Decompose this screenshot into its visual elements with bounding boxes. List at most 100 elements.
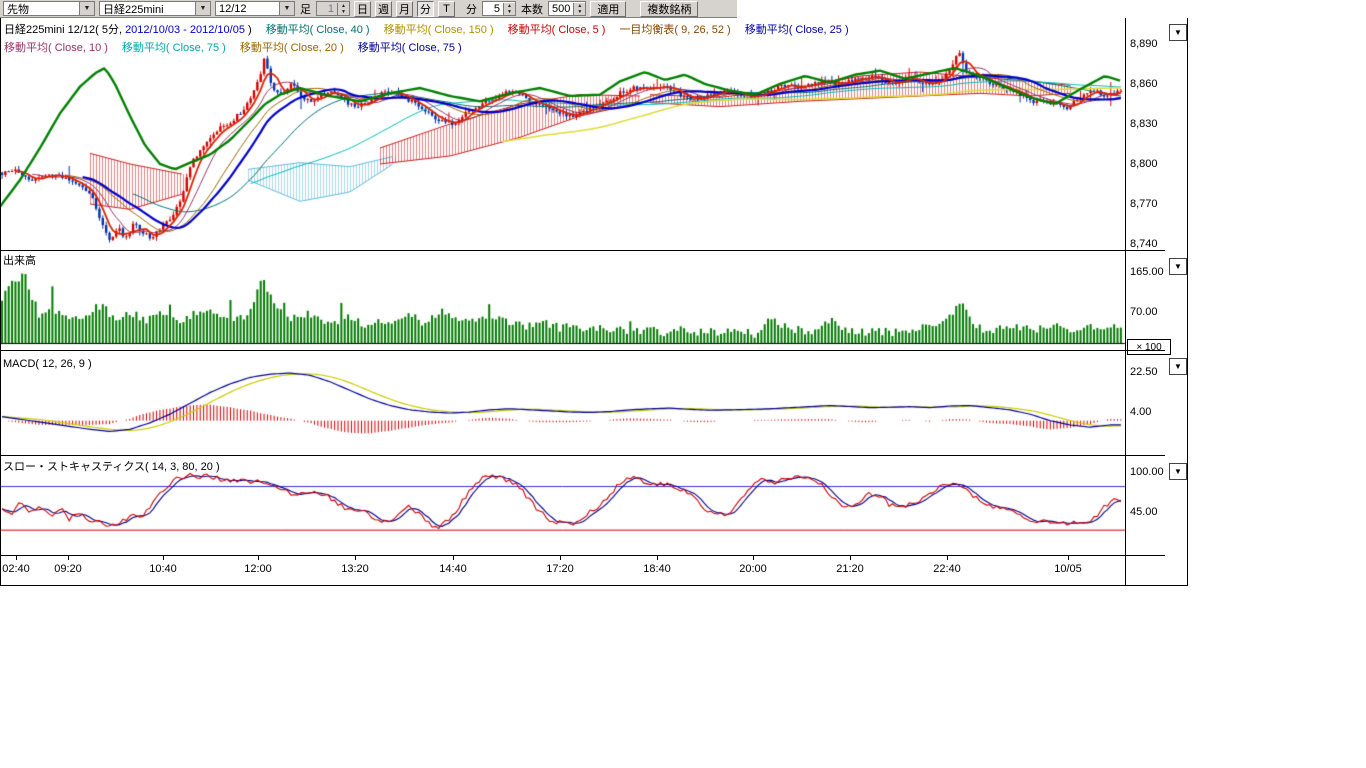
y-axis-label: 8,890 bbox=[1130, 38, 1170, 50]
stepper-value: 1 bbox=[317, 3, 337, 15]
time-label: 18:40 bbox=[643, 563, 671, 575]
stepper-arrows: ▲▼ bbox=[337, 3, 349, 15]
market-dropdown[interactable]: 先物 ▼ bbox=[3, 1, 95, 16]
minute-label: 分 bbox=[465, 1, 478, 17]
stepper-arrows: ▲▼ bbox=[503, 3, 515, 15]
chart-bottom-border bbox=[0, 585, 1188, 586]
y-axis-label: 8,800 bbox=[1130, 158, 1170, 170]
app-window: 先物 ▼ 日経225mini ▼ 12/12 ▼ 足 1 ▲▼ 日 週 月 分 … bbox=[0, 0, 1366, 768]
y-axis-label: 4.00 bbox=[1130, 406, 1170, 418]
divider bbox=[0, 350, 1165, 351]
symbol-dropdown-value: 日経225mini bbox=[100, 1, 195, 17]
volume-panel-dropdown-button[interactable]: ▼ bbox=[1169, 258, 1187, 275]
chart-header-line1: 日経225mini 12/12( 5分, 2012/10/03 - 2012/1… bbox=[4, 21, 849, 37]
y-axis-label: 100.00 bbox=[1130, 466, 1170, 478]
ashi-label: 足 bbox=[299, 1, 312, 17]
indicator-label: ) bbox=[245, 24, 252, 36]
time-label: 20:00 bbox=[739, 563, 767, 575]
stepper-value: 5 bbox=[483, 3, 503, 15]
divider bbox=[0, 455, 1165, 456]
divider bbox=[0, 250, 1165, 251]
axis-tick bbox=[753, 556, 754, 560]
stepper-down-button[interactable]: ▼ bbox=[504, 9, 515, 15]
axis-tick bbox=[16, 556, 17, 560]
period-minute-button[interactable]: 分 bbox=[417, 1, 434, 17]
toolbar: 先物 ▼ 日経225mini ▼ 12/12 ▼ 足 1 ▲▼ 日 週 月 分 … bbox=[0, 0, 737, 18]
indicator-label: 移動平均( Close, 25 ) bbox=[745, 24, 849, 36]
time-label: 22:40 bbox=[933, 563, 961, 575]
time-label: 21:20 bbox=[836, 563, 864, 575]
chevron-down-icon: ▼ bbox=[1174, 262, 1182, 271]
ashi-count-stepper[interactable]: 1 ▲▼ bbox=[316, 1, 350, 16]
time-label: 13:20 bbox=[341, 563, 369, 575]
period-week-button[interactable]: 週 bbox=[375, 1, 392, 17]
indicator-label: 移動平均( Close, 75 ) bbox=[122, 42, 226, 54]
indicator-label: 移動平均( Close, 20 ) bbox=[240, 42, 344, 54]
chart-canvas bbox=[0, 18, 1126, 558]
symbol-dropdown[interactable]: 日経225mini ▼ bbox=[99, 1, 211, 16]
axis-tick bbox=[1068, 556, 1069, 560]
indicator-label: 日経225mini 12/12( 5分, bbox=[4, 24, 125, 36]
chart-right-border bbox=[1187, 18, 1188, 585]
time-label: 09:20 bbox=[54, 563, 82, 575]
time-label: 12:00 bbox=[244, 563, 272, 575]
axis-tick bbox=[68, 556, 69, 560]
chart-header-line2: 移動平均( Close, 10 ) 移動平均( Close, 75 ) 移動平均( … bbox=[4, 39, 462, 55]
stepper-down-button[interactable]: ▼ bbox=[574, 9, 585, 15]
volume-multiplier-badge: × 100 bbox=[1127, 339, 1171, 355]
y-axis-label: 8,740 bbox=[1130, 238, 1170, 250]
period-month-button[interactable]: 月 bbox=[396, 1, 413, 17]
market-dropdown-value: 先物 bbox=[4, 1, 79, 17]
stoch-panel-title: スロー・ストキャスティクス( 14, 3, 80, 20 ) bbox=[3, 458, 220, 474]
axis-tick bbox=[850, 556, 851, 560]
stepper-down-button[interactable]: ▼ bbox=[338, 9, 349, 15]
indicator-label: 移動平均( Close, 75 ) bbox=[358, 42, 462, 54]
axis-tick bbox=[947, 556, 948, 560]
indicator-label: 移動平均( Close, 5 ) bbox=[508, 24, 606, 36]
axis-tick bbox=[355, 556, 356, 560]
bars-count-stepper[interactable]: 500 ▲▼ bbox=[548, 1, 586, 16]
chevron-down-icon: ▼ bbox=[1174, 467, 1182, 476]
axis-tick bbox=[453, 556, 454, 560]
axis-tick bbox=[560, 556, 561, 560]
y-axis-label: 165.00 bbox=[1130, 266, 1170, 278]
chart-region: 日経225mini 12/12( 5分, 2012/10/03 - 2012/1… bbox=[0, 18, 1188, 586]
multi-symbol-button[interactable]: 複数銘柄 bbox=[640, 1, 698, 17]
indicator-label: 移動平均( Close, 150 ) bbox=[384, 24, 494, 36]
volume-panel-title: 出来高 bbox=[3, 252, 36, 268]
stoch-panel-dropdown-button[interactable]: ▼ bbox=[1169, 463, 1187, 480]
axis-tick bbox=[163, 556, 164, 560]
time-label: 14:40 bbox=[439, 563, 467, 575]
time-label: 10/05 bbox=[1054, 563, 1082, 575]
axis-line bbox=[0, 555, 1165, 556]
date-dropdown[interactable]: 12/12 ▼ bbox=[215, 1, 295, 16]
y-axis-label: 8,770 bbox=[1130, 198, 1170, 210]
y-axis-label: 45.00 bbox=[1130, 506, 1170, 518]
chevron-down-icon: ▼ bbox=[79, 2, 94, 15]
stepper-value: 500 bbox=[549, 3, 573, 15]
y-axis-label: 70.00 bbox=[1130, 306, 1170, 318]
y-axis-label: 8,860 bbox=[1130, 78, 1170, 90]
indicator-label: 2012/10/03 - 2012/10/05 bbox=[125, 24, 245, 36]
date-dropdown-value: 12/12 bbox=[216, 3, 279, 15]
indicator-label: 移動平均( Close, 10 ) bbox=[4, 42, 108, 54]
period-tick-button[interactable]: T bbox=[438, 1, 455, 17]
minute-count-stepper[interactable]: 5 ▲▼ bbox=[482, 1, 516, 16]
axis-tick bbox=[657, 556, 658, 560]
indicator-label: 一目均衡表( 9, 26, 52 ) bbox=[619, 24, 730, 36]
indicator-label: 移動平均( Close, 40 ) bbox=[266, 24, 370, 36]
y-axis-label: 22.50 bbox=[1130, 366, 1170, 378]
macd-panel-title: MACD( 12, 26, 9 ) bbox=[3, 358, 92, 370]
time-label: 10:40 bbox=[149, 563, 177, 575]
chart-left-border bbox=[0, 18, 1, 585]
apply-button[interactable]: 適用 bbox=[590, 1, 626, 17]
macd-panel-dropdown-button[interactable]: ▼ bbox=[1169, 358, 1187, 375]
chevron-down-icon: ▼ bbox=[279, 2, 294, 15]
chevron-down-icon: ▼ bbox=[1174, 362, 1182, 371]
price-panel-dropdown-button[interactable]: ▼ bbox=[1169, 24, 1187, 41]
chevron-down-icon: ▼ bbox=[195, 2, 210, 15]
chevron-down-icon: ▼ bbox=[1174, 28, 1182, 37]
plot-right-border bbox=[1125, 18, 1126, 585]
period-day-button[interactable]: 日 bbox=[354, 1, 371, 17]
time-label: 17:20 bbox=[546, 563, 574, 575]
